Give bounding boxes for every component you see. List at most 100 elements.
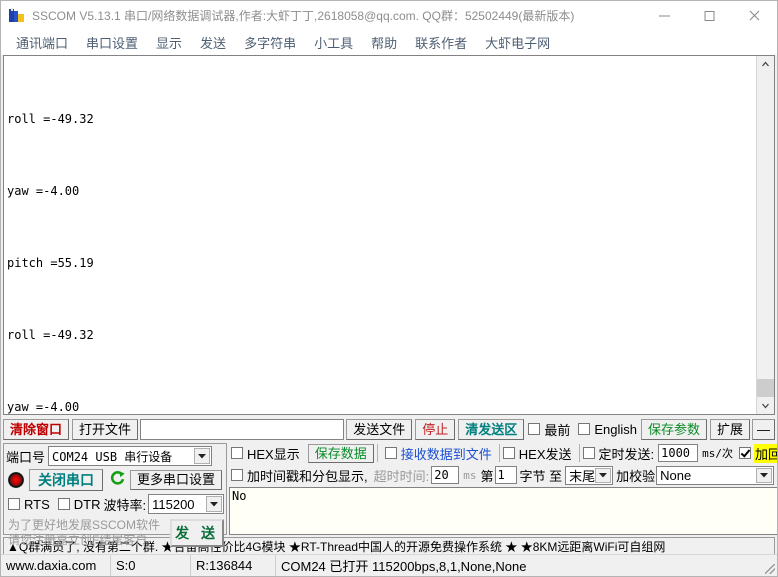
options-row-2: 加时间戳和分包显示, 超时时间: 20 ms 第 1 字节 至 末尾 加校验 N… bbox=[229, 465, 777, 485]
menu-item-port-settings[interactable]: 串口设置 bbox=[77, 31, 147, 54]
port-settings-group: 端口号 COM24 USB 串行设备 关闭串口 更多串口设置 RTS DTR 波… bbox=[3, 443, 227, 547]
chevron-down-icon[interactable] bbox=[595, 467, 612, 483]
recv-to-file-checkbox[interactable]: 接收数据到文件 bbox=[384, 444, 492, 463]
more-port-settings-button[interactable]: 更多串口设置 bbox=[130, 470, 223, 490]
chevron-down-icon[interactable] bbox=[206, 496, 222, 512]
checkbox-box[interactable] bbox=[739, 447, 751, 459]
checkbox-box[interactable] bbox=[384, 447, 397, 459]
clear-send-button[interactable]: 清发送区 bbox=[458, 418, 525, 440]
app-icon bbox=[9, 7, 25, 24]
add-crlf-label: 加回车换行 bbox=[754, 443, 777, 463]
timestamp-checkbox[interactable]: 加时间戳和分包显示, bbox=[231, 466, 368, 485]
menu-item-comm-port[interactable]: 通讯端口 bbox=[7, 31, 77, 54]
register-note: 为了更好地发展SSCOM软件 请您注册嘉立创F结尾客户 bbox=[8, 518, 160, 548]
receive-scrollbar[interactable] bbox=[756, 56, 774, 414]
dtr-checkbox[interactable]: DTR bbox=[57, 497, 100, 512]
maximize-button[interactable] bbox=[687, 1, 732, 30]
extend-button[interactable]: 扩展 bbox=[709, 418, 750, 440]
receive-line: yaw =-4.00 bbox=[7, 400, 80, 414]
checkbox-box[interactable] bbox=[231, 447, 243, 459]
port-label: 端口号 bbox=[6, 449, 46, 465]
checkbox-box[interactable] bbox=[582, 447, 595, 459]
send-file-button[interactable]: 发送文件 bbox=[346, 418, 413, 440]
collapse-button[interactable]: — bbox=[752, 418, 775, 440]
menu-item-contact-author[interactable]: 联系作者 bbox=[406, 31, 476, 54]
register-note-line2: 请您注册嘉立创F结尾客户 bbox=[8, 533, 148, 547]
scroll-up-icon[interactable] bbox=[757, 56, 774, 73]
checkbox-box[interactable] bbox=[528, 423, 541, 435]
save-data-button[interactable]: 保存数据 bbox=[307, 443, 374, 463]
timed-send-unit: ms/次 bbox=[702, 447, 733, 460]
settings-panel: 端口号 COM24 USB 串行设备 关闭串口 更多串口设置 RTS DTR 波… bbox=[3, 443, 777, 547]
checkbox-box[interactable] bbox=[578, 423, 591, 435]
hex-display-checkbox[interactable]: HEX显示 bbox=[231, 444, 300, 463]
connection-led-icon bbox=[8, 472, 24, 488]
checksum-select[interactable]: None bbox=[656, 465, 775, 485]
topmost-checkbox[interactable]: 最前 bbox=[528, 420, 570, 439]
hex-send-checkbox[interactable]: HEX发送 bbox=[502, 444, 572, 463]
rts-label: RTS bbox=[24, 496, 50, 512]
checkbox-box[interactable] bbox=[57, 498, 70, 510]
hex-send-label: HEX发送 bbox=[518, 446, 572, 462]
divider bbox=[578, 444, 580, 462]
baud-select[interactable]: 115200 bbox=[148, 494, 224, 514]
checkbox-box[interactable] bbox=[8, 498, 20, 510]
checksum-value: None bbox=[660, 467, 692, 483]
menu-item-multi-string[interactable]: 多字符串 bbox=[235, 31, 305, 54]
status-website[interactable]: www.daxia.com bbox=[1, 555, 111, 576]
scrollbar-thumb[interactable] bbox=[757, 379, 774, 397]
window-controls bbox=[642, 1, 777, 30]
receive-text[interactable]: roll =-49.32 yaw =-4.00 pitch =55.19 rol… bbox=[4, 56, 756, 414]
menu-item-send[interactable]: 发送 bbox=[191, 31, 235, 54]
add-crlf-checkbox[interactable]: 加回车换行 bbox=[739, 443, 777, 463]
stop-button[interactable]: 停止 bbox=[415, 418, 456, 440]
file-path-input[interactable] bbox=[140, 418, 345, 440]
save-params-button[interactable]: 保存参数 bbox=[640, 418, 707, 440]
byte-index-input[interactable]: 1 bbox=[494, 466, 517, 484]
timeout-label: 超时时间: bbox=[373, 468, 430, 484]
chevron-down-icon[interactable] bbox=[756, 467, 773, 483]
status-received-count: R:136844 bbox=[191, 555, 276, 576]
resize-grip-icon[interactable] bbox=[761, 555, 777, 576]
send-button[interactable]: 发 送 bbox=[170, 519, 224, 547]
checkbox-box[interactable] bbox=[502, 447, 515, 459]
checkbox-box[interactable] bbox=[231, 469, 243, 481]
recv-to-file-label: 接收数据到文件 bbox=[400, 446, 492, 462]
send-textarea[interactable]: No bbox=[229, 487, 777, 535]
menu-item-daxia-electronics[interactable]: 大虾电子网 bbox=[476, 31, 559, 54]
menu-item-help[interactable]: 帮助 bbox=[362, 31, 406, 54]
open-file-button[interactable]: 打开文件 bbox=[72, 418, 139, 440]
menu-item-display[interactable]: 显示 bbox=[147, 31, 191, 54]
timed-send-input[interactable]: 1000 bbox=[658, 444, 699, 462]
title-bar: SSCOM V5.13.1 串口/网络数据调试器,作者:大虾丁丁,2618058… bbox=[1, 1, 777, 31]
status-sent-count: S:0 bbox=[111, 555, 191, 576]
refresh-icon[interactable] bbox=[109, 470, 126, 490]
sscom-window: SSCOM V5.13.1 串口/网络数据调试器,作者:大虾丁丁,2618058… bbox=[0, 0, 778, 577]
byte-prefix-label: 第 bbox=[480, 468, 494, 484]
options-group: HEX显示 保存数据 接收数据到文件 HEX发送 定时发送: 1000 ms/次… bbox=[229, 443, 777, 535]
close-button[interactable] bbox=[732, 1, 777, 30]
scroll-down-icon[interactable] bbox=[757, 397, 774, 414]
timed-send-checkbox[interactable]: 定时发送: bbox=[582, 444, 655, 463]
menu-item-tools[interactable]: 小工具 bbox=[305, 31, 362, 54]
minimize-button[interactable] bbox=[642, 1, 687, 30]
rts-checkbox[interactable]: RTS bbox=[8, 497, 50, 512]
timeout-unit: ms bbox=[463, 468, 477, 482]
close-port-button[interactable]: 关闭串口 bbox=[29, 469, 103, 491]
status-bar: www.daxia.com S:0 R:136844 COM24 已打开 115… bbox=[1, 554, 777, 576]
timeout-input[interactable]: 20 bbox=[431, 466, 460, 484]
baud-label: 波特率: bbox=[103, 497, 147, 513]
english-checkbox[interactable]: English bbox=[578, 422, 637, 437]
byte-end-value: 末尾 bbox=[569, 468, 596, 484]
port-select[interactable]: COM24 USB 串行设备 bbox=[48, 446, 213, 466]
english-label: English bbox=[594, 421, 637, 437]
clear-window-button[interactable]: 清除窗口 bbox=[3, 418, 70, 440]
byte-end-select[interactable]: 末尾 bbox=[565, 465, 614, 485]
action-toolbar: 清除窗口 打开文件 发送文件 停止 清发送区 最前 English 保存参数 扩… bbox=[3, 417, 775, 441]
timed-send-label: 定时发送: bbox=[598, 446, 655, 462]
chevron-down-icon[interactable] bbox=[194, 448, 211, 464]
receive-area[interactable]: roll =-49.32 yaw =-4.00 pitch =55.19 rol… bbox=[3, 55, 775, 415]
receive-line: roll =-49.32 bbox=[7, 328, 94, 342]
menu-bar: 通讯端口 串口设置 显示 发送 多字符串 小工具 帮助 联系作者 大虾电子网 bbox=[1, 31, 777, 55]
byte-range-label: 字节 至 bbox=[519, 468, 563, 484]
